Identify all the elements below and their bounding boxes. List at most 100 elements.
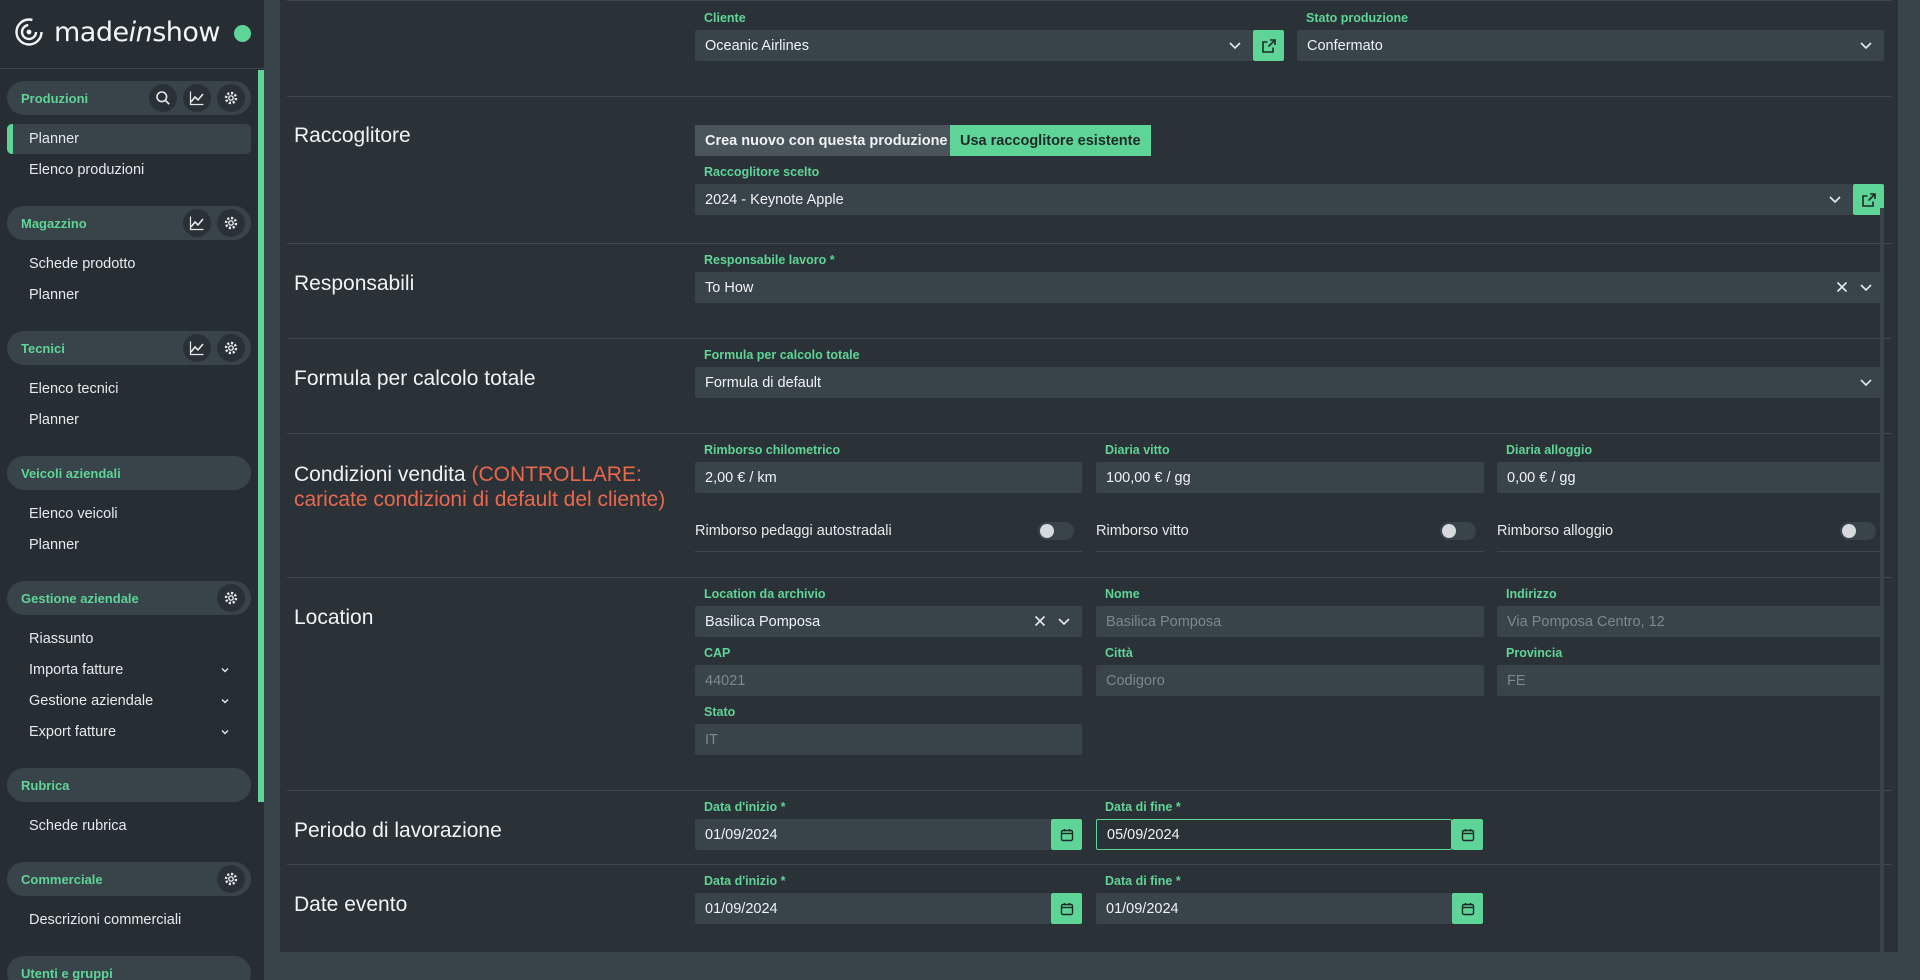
raccoglitore-select[interactable]: 2024 - Keynote Apple [695,184,1853,215]
sidebar-item-export-fatture[interactable]: Export fatture [7,717,251,747]
provincia-input[interactable]: FE [1497,665,1884,696]
sidebar-item-label: Elenco produzioni [29,162,145,178]
indirizzo-label: Indirizzo [1506,587,1557,601]
diaria-alloggio-label: Diaria alloggio [1506,443,1593,457]
sidebar-item-planner-magazzino[interactable]: Planner [7,280,251,310]
indirizzo-input[interactable]: Via Pomposa Centro, 12 [1497,606,1884,637]
gear-icon [224,872,238,886]
sidebar-item-label: Planner [29,412,79,428]
sidebar-item-schede-rubrica[interactable]: Schede rubrica [7,811,251,841]
gear-icon [224,591,238,605]
provincia-value: FE [1507,672,1526,689]
sidebar-group-gestione-aziendale[interactable]: Gestione aziendale [7,581,251,615]
chevron-down-icon [1227,37,1243,53]
condizioni-title-text: Condizioni vendita [294,463,466,486]
sidebar-group-tecnici[interactable]: Tecnici [7,331,251,365]
sidebar-item-riassunto[interactable]: Riassunto [7,624,251,654]
periodo-start-value: 01/09/2024 [705,826,778,843]
periodo-end-input[interactable]: 05/09/2024 [1096,819,1452,850]
logo-icon [15,18,43,46]
periodo-start-input[interactable]: 01/09/2024 [695,819,1051,850]
periodo-end-label: Data di fine * [1105,800,1181,814]
sidebar-group-produzioni[interactable]: Produzioni [7,81,251,115]
search-button[interactable] [149,84,177,112]
sidebar-group-veicoli[interactable]: Veicoli aziendali [7,456,251,490]
external-link-icon [1261,38,1276,53]
chevron-down-icon [1858,374,1874,390]
stato-produzione-select[interactable]: Confermato [1297,30,1884,61]
divider [287,433,1891,434]
divider [287,96,1891,97]
raccoglitore-option-existing[interactable]: Usa raccoglitore esistente [950,125,1151,156]
divider [287,577,1891,578]
sidebar-group-label: Tecnici [21,340,65,356]
responsabile-select[interactable]: To How [695,272,1884,303]
settings-button[interactable] [217,334,245,362]
stats-button[interactable] [183,334,211,362]
stats-button[interactable] [183,84,211,112]
periodo-start-calendar-button[interactable] [1051,819,1082,850]
chart-line-icon [189,216,204,231]
toggle-vitto[interactable] [1440,522,1476,540]
location-archivio-label: Location da archivio [704,587,826,601]
evento-start-input[interactable]: 01/09/2024 [695,893,1051,924]
cap-input[interactable]: 44021 [695,665,1082,696]
cliente-select[interactable]: Oceanic Airlines [695,30,1253,61]
cliente-label: Cliente [704,11,746,25]
formula-select[interactable]: Formula di default [695,367,1884,398]
periodo-end-value: 05/09/2024 [1107,826,1180,843]
sidebar-item-elenco-produzioni[interactable]: Elenco produzioni [7,155,251,185]
rimborso-km-input[interactable]: 2,00 € / km [695,462,1082,493]
sidebar-group-rubrica[interactable]: Rubrica [7,768,251,802]
main-scrollbar[interactable] [1880,208,1884,960]
content-frame [264,952,1920,980]
sidebar-item-planner-veicoli[interactable]: Planner [7,530,251,560]
diaria-vitto-input[interactable]: 100,00 € / gg [1096,462,1484,493]
periodo-end-calendar-button[interactable] [1452,819,1483,850]
evento-end-label: Data di fine * [1105,874,1181,888]
sidebar-item-schede-prodotto[interactable]: Schede prodotto [7,249,251,279]
toggle-alloggio[interactable] [1840,522,1876,540]
sidebar-item-importa-fatture[interactable]: Importa fatture [7,655,251,685]
gear-icon [224,91,238,105]
clear-icon[interactable] [1032,613,1048,629]
sidebar-item-planner-tecnici[interactable]: Planner [7,405,251,435]
diaria-alloggio-value: 0,00 € / gg [1507,469,1576,486]
chevron-down-icon [1056,613,1072,629]
toggle-pedaggi[interactable] [1038,522,1074,540]
content-frame [1898,0,1920,980]
settings-button[interactable] [217,209,245,237]
settings-button[interactable] [217,584,245,612]
sidebar-group-commerciale[interactable]: Commerciale [7,862,251,896]
diaria-alloggio-input[interactable]: 0,00 € / gg [1497,462,1884,493]
settings-button[interactable] [217,865,245,893]
citta-input[interactable]: Codigoro [1096,665,1484,696]
nome-input[interactable]: Basilica Pomposa [1096,606,1484,637]
sidebar-item-label: Schede prodotto [29,256,136,272]
connection-status-dot [234,25,251,42]
sidebar-item-elenco-tecnici[interactable]: Elenco tecnici [7,374,251,404]
clear-icon[interactable] [1834,279,1850,295]
sidebar-item-descrizioni-commerciali[interactable]: Descrizioni commerciali [7,905,251,935]
evento-start-calendar-button[interactable] [1051,893,1082,924]
raccoglitore-option-new[interactable]: Crea nuovo con questa produzione [695,125,958,156]
sidebar-group-magazzino[interactable]: Magazzino [7,206,251,240]
sidebar-item-gestione-aziendale[interactable]: Gestione aziendale [7,686,251,716]
sidebar-item-elenco-veicoli[interactable]: Elenco veicoli [7,499,251,529]
app-logo[interactable]: madeinshow [14,16,221,48]
settings-button[interactable] [217,84,245,112]
location-archivio-select[interactable]: Basilica Pomposa [695,606,1082,637]
chevron-down-icon [221,730,229,735]
sidebar-group-label: Utenti e gruppi [21,965,113,980]
section-title-periodo: Periodo di lavorazione [294,819,502,842]
evento-end-calendar-button[interactable] [1452,893,1483,924]
sidebar-group-label: Produzioni [21,90,89,106]
sidebar-item-planner-produzioni[interactable]: Planner [7,124,251,154]
sidebar-item-label: Importa fatture [29,662,124,678]
stats-button[interactable] [183,209,211,237]
sidebar-group-utenti[interactable]: Utenti e gruppi [7,956,251,980]
sidebar-group-label: Gestione aziendale [21,590,139,606]
stato-input[interactable]: IT [695,724,1082,755]
open-cliente-button[interactable] [1253,30,1284,61]
evento-end-input[interactable]: 01/09/2024 [1096,893,1452,924]
